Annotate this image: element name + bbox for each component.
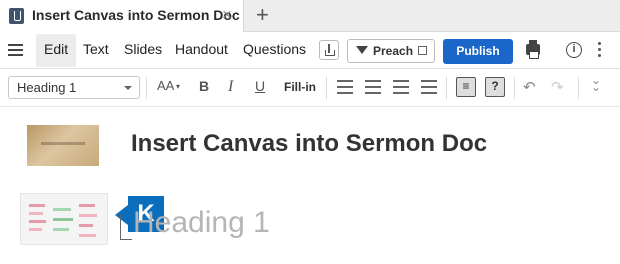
close-tab-icon[interactable]: ×	[222, 5, 232, 25]
undo-icon[interactable]: ↶	[523, 78, 536, 96]
info-icon[interactable]: i	[566, 42, 582, 58]
italic-button[interactable]: I	[228, 78, 233, 96]
question-toggle[interactable]: ?	[485, 77, 505, 97]
insertion-cursor	[120, 214, 132, 240]
new-tab-icon[interactable]: +	[256, 2, 269, 28]
toolbar-divider	[514, 77, 515, 99]
menu-text[interactable]: Text	[83, 41, 109, 57]
format-toolbar: Heading 1 AA ▾ B I U Fill-in ≡ ? ↶ ↷ ⌄ ⌄	[0, 69, 620, 107]
fill-in-button[interactable]: Fill-in	[284, 80, 316, 94]
menu-questions[interactable]: Questions	[243, 41, 306, 57]
font-size-caret-icon: ▾	[176, 82, 181, 91]
preach-icon	[356, 46, 368, 54]
bold-button[interactable]: B	[199, 78, 209, 94]
mindmap-thumbnail[interactable]	[20, 193, 108, 245]
toolbar-divider	[326, 77, 327, 99]
show-all-toggle[interactable]: ≡	[456, 77, 476, 97]
indent-icon[interactable]	[421, 80, 437, 94]
share-button[interactable]	[319, 40, 339, 60]
paragraph-style-value: Heading 1	[17, 80, 77, 95]
tab-title: Insert Canvas into Sermon Doc	[32, 7, 240, 23]
outdent-icon[interactable]	[393, 80, 409, 94]
menu-slides[interactable]: Slides	[124, 41, 162, 57]
menu-bar: Edit Text Slides Handout Questions Preac…	[0, 32, 620, 69]
toolbar-divider	[146, 77, 147, 99]
logos-app-icon	[9, 8, 24, 24]
hamburger-menu-icon[interactable]	[8, 44, 23, 56]
numbered-list-icon[interactable]	[365, 80, 381, 94]
toolbar-divider	[578, 77, 579, 99]
print-icon[interactable]	[526, 40, 540, 59]
publish-button[interactable]: Publish	[443, 39, 513, 64]
menu-edit[interactable]: Edit	[36, 34, 77, 67]
canvas-thumbnail[interactable]	[27, 125, 99, 166]
preach-label: Preach	[373, 44, 414, 58]
document-tab[interactable]: Insert Canvas into Sermon Doc ×	[0, 0, 244, 32]
toolbar-divider	[446, 77, 447, 99]
more-options-icon[interactable]	[598, 42, 602, 58]
paragraph-style-select[interactable]: Heading 1	[8, 76, 140, 99]
underline-button[interactable]: U	[255, 78, 265, 94]
preach-button[interactable]: Preach	[347, 39, 435, 63]
document-title[interactable]: Insert Canvas into Sermon Doc	[131, 130, 487, 158]
heading-placeholder[interactable]: Heading 1	[133, 206, 270, 240]
collapse-toolbar-icon[interactable]: ⌄ ⌄	[591, 74, 601, 93]
chevron-down-icon	[124, 86, 132, 90]
external-link-icon	[418, 46, 427, 55]
redo-icon[interactable]: ↷	[551, 78, 564, 96]
menu-handout[interactable]: Handout	[175, 41, 228, 57]
bullet-list-icon[interactable]	[337, 80, 353, 94]
font-size-button[interactable]: AA	[157, 78, 174, 93]
tab-strip: Insert Canvas into Sermon Doc × +	[0, 0, 620, 32]
